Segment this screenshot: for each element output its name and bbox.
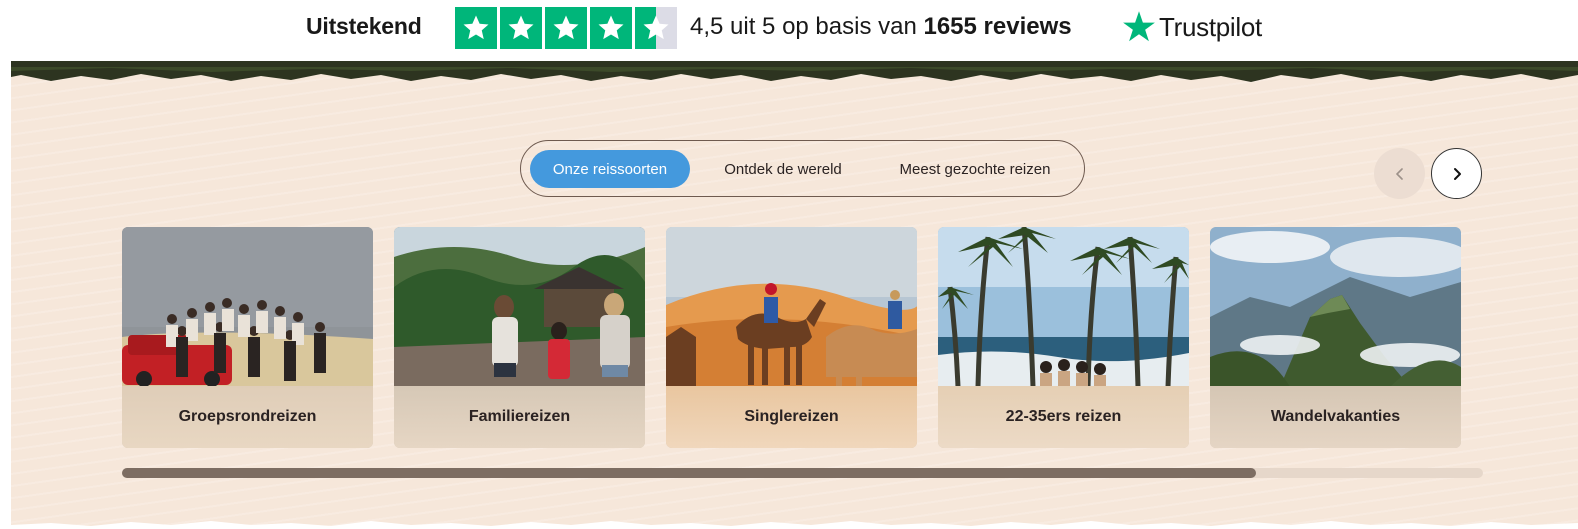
tab-ontdek-de-wereld[interactable]: Ontdek de wereld xyxy=(703,150,863,188)
tab-meest-gezochte-reizen[interactable]: Meest gezochte reizen xyxy=(876,150,1074,188)
card-groepsrondreizen[interactable]: Groepsrondreizen xyxy=(122,227,373,448)
trip-category-tabs: Onze reissoorten Ontdek de wereld Meest … xyxy=(520,140,1085,197)
star-icon xyxy=(590,7,632,49)
trustpilot-review-count: 1655 reviews xyxy=(923,13,1072,40)
torn-paper-bottom-edge xyxy=(11,521,1578,529)
hiking-travel-photo xyxy=(1210,227,1461,387)
card-label: Groepsrondreizen xyxy=(178,408,317,425)
card-singlereizen[interactable]: Singlereizen xyxy=(666,227,917,448)
trustpilot-summary-text: 4,5 uit 5 op basis van xyxy=(690,13,924,40)
star-icon xyxy=(500,7,542,49)
half-star-icon xyxy=(635,7,677,49)
card-22-35ers-reizen[interactable]: 22-35ers reizen xyxy=(938,227,1189,448)
star-icon xyxy=(545,7,587,49)
card-label: 22-35ers reizen xyxy=(1005,408,1122,425)
trustpilot-summary: 4,5 uit 5 op basis van 1655 reviews xyxy=(690,13,1072,41)
trustpilot-bar[interactable]: Uitstekend 4,5 uit 5 op basis van 1655 r… xyxy=(0,0,1578,62)
trustpilot-logo[interactable]: Trustpilot xyxy=(1121,9,1262,45)
card-label: Singlereizen xyxy=(744,408,839,425)
torn-paper-top-edge xyxy=(11,61,1578,82)
card-label: Wandelvakanties xyxy=(1270,408,1401,425)
card-wandelvakanties[interactable]: Wandelvakanties xyxy=(1210,227,1461,448)
single-travel-photo xyxy=(666,227,917,387)
carousel-prev-button[interactable] xyxy=(1374,148,1425,199)
family-travel-photo xyxy=(394,227,645,387)
young-adults-travel-photo xyxy=(938,227,1189,387)
trustpilot-logo-word: Trustpilot xyxy=(1159,11,1262,42)
star-icon xyxy=(455,7,497,49)
trip-type-carousel: Groepsrondreizen Familiereizen Singlerei… xyxy=(122,227,1483,449)
group-travel-photo xyxy=(122,227,373,387)
trustpilot-stars xyxy=(455,7,677,49)
tab-onze-reissoorten[interactable]: Onze reissoorten xyxy=(530,150,690,188)
card-familiereizen[interactable]: Familiereizen xyxy=(394,227,645,448)
chevron-right-icon xyxy=(1453,167,1461,180)
trustpilot-star-icon xyxy=(1123,11,1155,42)
trustpilot-rating-word: Uitstekend xyxy=(306,13,422,39)
chevron-left-icon xyxy=(1395,167,1403,180)
trip-types-section: Onze reissoorten Ontdek de wereld Meest … xyxy=(11,61,1578,529)
card-label: Familiereizen xyxy=(468,408,571,425)
carousel-scrollbar-thumb[interactable] xyxy=(122,468,1256,478)
carousel-scrollbar[interactable] xyxy=(122,468,1483,478)
carousel-next-button[interactable] xyxy=(1431,148,1482,199)
